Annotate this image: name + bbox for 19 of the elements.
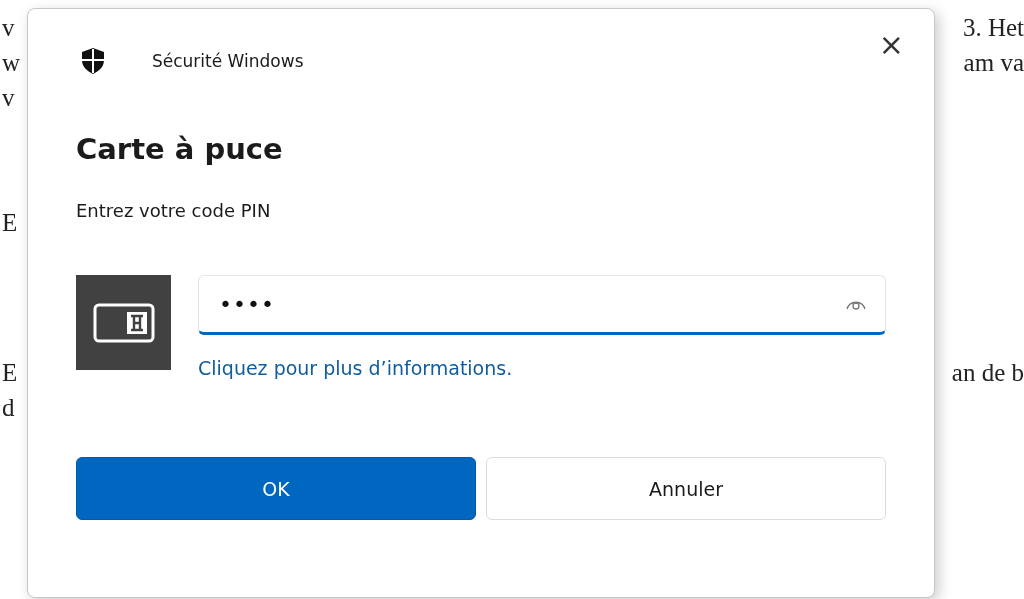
document-text: E	[2, 358, 18, 388]
document-text: E	[2, 208, 18, 238]
document-text: v	[2, 83, 15, 113]
pin-field[interactable]: ••••	[198, 275, 886, 335]
document-text: am va	[963, 48, 1024, 78]
prompt-text: Entrez votre code PIN	[76, 199, 272, 223]
dialog-heading: Carte à puce	[76, 131, 284, 168]
document-text: d	[2, 393, 15, 423]
document-text: 3. Het	[962, 13, 1024, 43]
shield-icon	[82, 48, 104, 74]
more-info-link[interactable]: Cliquez pour plus d’informations.	[198, 357, 513, 379]
document-text: v	[2, 13, 15, 43]
close-button[interactable]: ×	[870, 27, 912, 63]
smart-card-icon	[92, 302, 155, 343]
document-text: w	[2, 48, 21, 78]
cancel-button[interactable]: Annuler	[486, 457, 886, 520]
ok-button[interactable]: OK	[76, 457, 476, 520]
document-text: an de b	[951, 358, 1024, 388]
window-title: Sécurité Windows	[152, 51, 305, 71]
